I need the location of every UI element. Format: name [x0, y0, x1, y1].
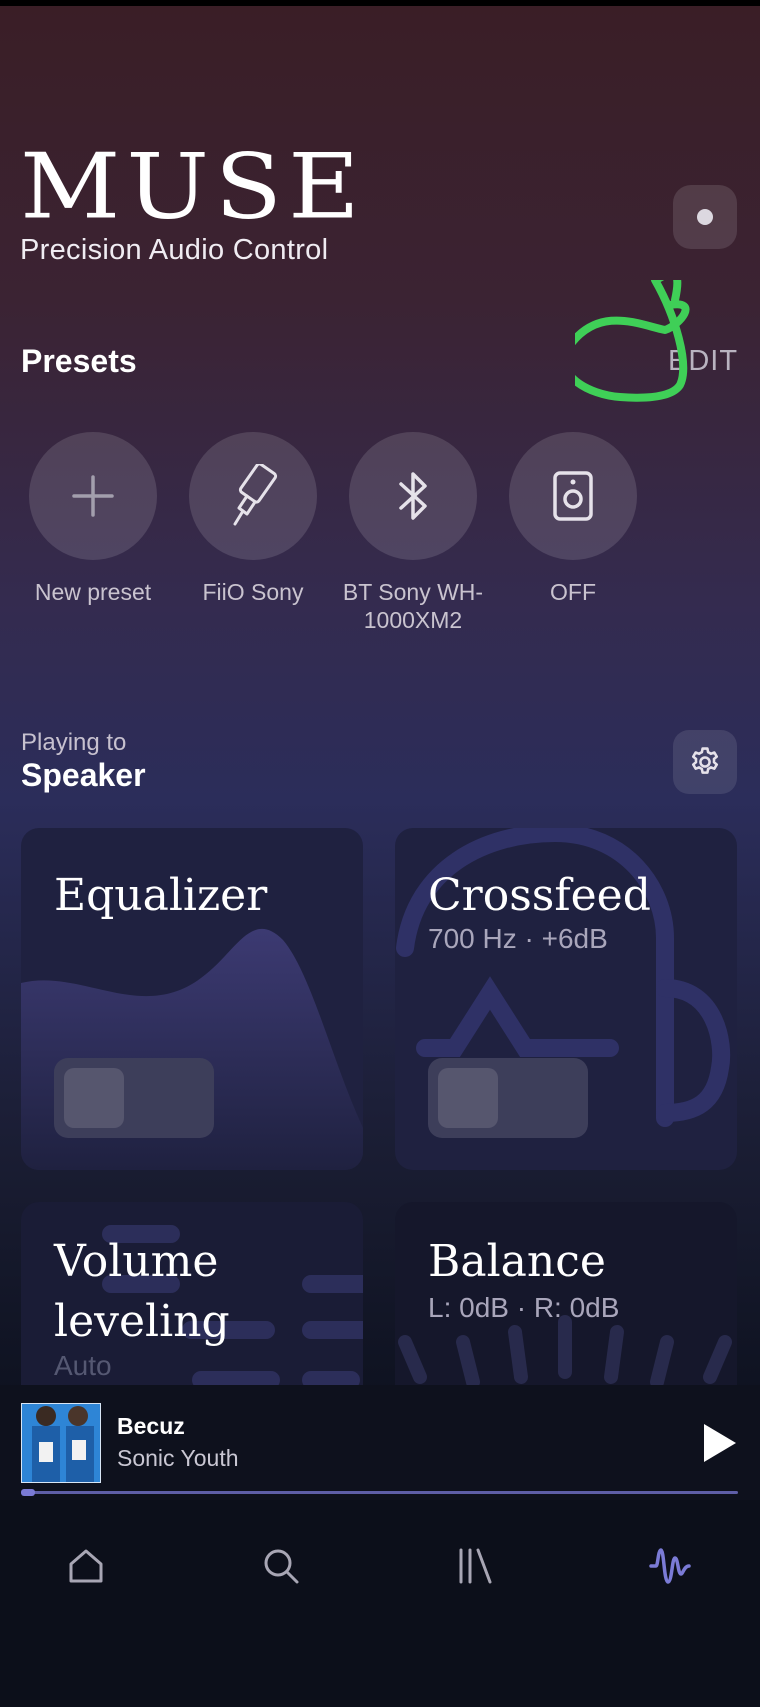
progress-fill: [21, 1489, 35, 1496]
nav-home[interactable]: [56, 1536, 116, 1596]
status-dot-button[interactable]: [673, 185, 737, 249]
preset-fiio-sony[interactable]: FiiO Sony: [173, 432, 333, 606]
home-icon: [69, 1549, 103, 1583]
card-title: Equalizer: [54, 870, 268, 921]
edit-presets-button[interactable]: EDIT: [668, 345, 738, 378]
card-title: Balance: [428, 1236, 606, 1287]
track-artist: Sonic Youth: [117, 1445, 239, 1471]
brand-header: MUSE Precision Audio Control: [20, 142, 366, 267]
bottom-navigation: [0, 1500, 760, 1707]
mini-player[interactable]: Becuz Sonic Youth: [0, 1385, 760, 1500]
progress-track[interactable]: [21, 1491, 738, 1494]
volume-leveling-value: Auto: [54, 1350, 112, 1381]
preset-label: New preset: [34, 579, 152, 605]
usb-cable-icon: [233, 464, 278, 526]
track-title: Becuz: [117, 1413, 185, 1439]
output-device-name: Speaker: [21, 757, 146, 793]
toggle-knob: [64, 1068, 124, 1128]
search-icon: [264, 1549, 299, 1584]
output-settings-button[interactable]: [673, 730, 737, 794]
preset-bt-sony[interactable]: BT Sony WH-1000XM2: [333, 432, 493, 634]
play-icon[interactable]: [700, 1421, 740, 1465]
speaker-icon: [553, 471, 593, 521]
dot-icon: [697, 209, 713, 225]
equalizer-toggle[interactable]: [54, 1058, 214, 1138]
preset-label: FiiO Sony: [202, 579, 304, 605]
gear-icon: [691, 747, 719, 774]
card-title: Crossfeed: [428, 870, 651, 921]
preset-off-circle[interactable]: [509, 432, 637, 560]
preset-new-circle[interactable]: [29, 432, 157, 560]
plus-icon: [72, 475, 114, 517]
preset-off[interactable]: OFF: [493, 432, 653, 606]
equalizer-card[interactable]: Equalizer: [21, 828, 363, 1170]
card-title-text: Volume leveling: [54, 1236, 230, 1347]
preset-bt-circle[interactable]: [349, 432, 477, 560]
preset-label: BT Sony WH-1000XM2: [342, 579, 484, 633]
muse-app-screen: MUSE Precision Audio Control Presets EDI…: [0, 0, 760, 1707]
album-art-image: [22, 1404, 100, 1482]
audio-wave-icon: [649, 1548, 691, 1584]
album-art[interactable]: [21, 1403, 101, 1483]
preset-label: OFF: [550, 579, 596, 605]
nav-library[interactable]: [445, 1536, 505, 1596]
preset-fiio-circle[interactable]: [189, 432, 317, 560]
toggle-knob: [438, 1068, 498, 1128]
app-logo-title: MUSE: [20, 134, 366, 240]
card-title: Volume leveling: [54, 1232, 363, 1352]
volume-leveling-card[interactable]: Volume leveling Auto: [21, 1202, 363, 1385]
crossfeed-toggle[interactable]: [428, 1058, 588, 1138]
balance-value: L: 0dB · R: 0dB: [428, 1292, 620, 1323]
status-bar: [0, 0, 760, 6]
nav-search[interactable]: [251, 1536, 311, 1596]
preset-new[interactable]: New preset: [13, 432, 173, 606]
crossfeed-card[interactable]: Crossfeed 700 Hz · +6dB: [395, 828, 737, 1170]
playing-to-caption: Playing to: [21, 729, 127, 756]
presets-title: Presets: [21, 343, 137, 379]
library-icon: [459, 1548, 492, 1584]
nav-audio[interactable]: [640, 1536, 700, 1596]
crossfeed-value: 700 Hz · +6dB: [428, 923, 608, 954]
balance-card[interactable]: Balance L: 0dB · R: 0dB: [395, 1202, 737, 1385]
bluetooth-icon: [399, 472, 427, 520]
